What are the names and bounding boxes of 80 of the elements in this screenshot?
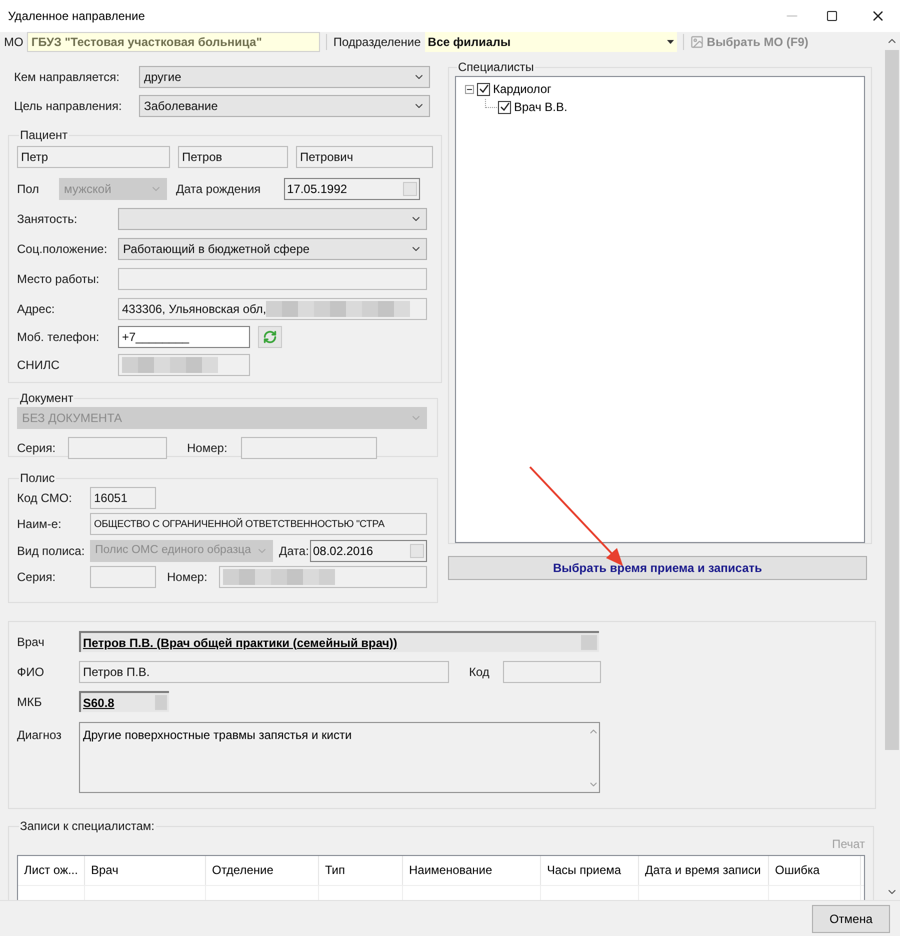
field-label: ФИО xyxy=(17,664,46,681)
refresh-icon xyxy=(263,330,277,344)
column-header[interactable]: Тип xyxy=(319,856,403,885)
refresh-button[interactable] xyxy=(258,326,282,348)
field-label: Кем направляется: xyxy=(14,69,120,86)
field-label: Серия: xyxy=(17,569,57,586)
dropdown[interactable]: другие xyxy=(139,66,430,88)
field-label: Подразделение xyxy=(333,34,421,51)
insurer-name-field[interactable]: ОБЩЕСТВО С ОГРАНИЧЕННОЙ ОТВЕТСТВЕННОСТЬЮ "СТРА xyxy=(90,513,427,535)
doctor-field[interactable]: Петров П.В. (Врач общей практики (семейный врач)) xyxy=(79,631,599,652)
mo-field[interactable]: ГБУЗ "Тестовая участковая больница" xyxy=(27,32,320,52)
checkbox[interactable] xyxy=(498,100,511,114)
dropdown[interactable]: Работающий в бюджетной сфере xyxy=(118,238,427,260)
column-header[interactable]: Ошибка xyxy=(769,856,861,885)
collapse-icon[interactable] xyxy=(465,84,474,94)
first-name-field[interactable]: Петр xyxy=(17,146,170,168)
field-label: Врач xyxy=(17,634,46,650)
series-field[interactable] xyxy=(90,566,156,588)
phone-field[interactable]: +7________ xyxy=(118,326,250,348)
image-icon xyxy=(690,35,704,49)
group-title: Полис xyxy=(19,470,56,487)
tree-item[interactable]: Врач В.В. xyxy=(514,98,568,116)
column-header[interactable]: Наименование xyxy=(403,856,541,885)
field-label: Код СМО: xyxy=(17,490,73,507)
maximize-icon[interactable] xyxy=(826,10,838,22)
column-header[interactable]: Дата и время записи xyxy=(639,856,769,885)
field-label: Адрес: xyxy=(17,301,56,318)
field-label: Моб. телефон: xyxy=(17,329,100,346)
middle-name-field[interactable]: Петрович xyxy=(296,146,433,168)
window-title: Удаленное направление xyxy=(8,8,146,25)
group-title: Записи к специалистам: xyxy=(19,818,156,835)
field-label: Соц.положение: xyxy=(17,241,108,258)
column-header[interactable]: Часы приема xyxy=(541,856,639,885)
book-appointment-button[interactable]: Выбрать время приема и записать xyxy=(448,556,867,580)
text-field[interactable] xyxy=(118,268,427,290)
snils-field[interactable] xyxy=(118,354,250,376)
code-field[interactable] xyxy=(503,661,601,683)
group-title: Пациент xyxy=(19,127,69,144)
dropdown-arrow-icon xyxy=(666,40,674,44)
calendar-button[interactable] xyxy=(410,544,424,558)
cancel-button[interactable]: Отмена xyxy=(812,904,890,932)
dropdown[interactable]: Заболевание xyxy=(139,95,430,117)
field-label: Дата: xyxy=(278,543,310,560)
field-label: Диагноз xyxy=(17,727,63,744)
field-label: Код xyxy=(468,664,490,681)
field-label: СНИЛС xyxy=(17,357,60,374)
last-name-field[interactable]: Петров xyxy=(178,146,288,168)
column-header[interactable]: Лист ож... xyxy=(18,856,85,885)
date-field[interactable]: 17.05.1992 xyxy=(284,178,420,200)
field-label: Вид полиса: xyxy=(17,543,86,560)
column-header[interactable]: Отделение xyxy=(206,856,319,885)
field-label: Серия: xyxy=(17,440,57,457)
field-label: МКБ xyxy=(17,694,43,710)
number-field[interactable] xyxy=(219,566,427,588)
date-field[interactable]: 08.02.2016 xyxy=(310,540,427,562)
field-label: МО xyxy=(4,34,24,51)
text-field[interactable]: 433306, Ульяновская обл, xyxy=(118,298,427,320)
diagnosis-field[interactable]: Другие поверхностные травмы запястья и кисти xyxy=(79,722,600,793)
smo-code-field[interactable]: 16051 xyxy=(90,487,156,509)
field-label: Номер: xyxy=(186,440,228,457)
field-label: Цель направления: xyxy=(14,98,123,115)
field-label: Занятость: xyxy=(17,211,78,228)
field-label: Пол xyxy=(17,181,40,198)
column-header[interactable]: Врач xyxy=(85,856,206,885)
calendar-button[interactable] xyxy=(403,182,417,196)
series-field[interactable] xyxy=(68,437,167,459)
icd-code-field[interactable]: S60.8 xyxy=(79,691,169,712)
tree-item[interactable]: Кардиолог xyxy=(493,80,552,98)
field-label: Номер: xyxy=(166,569,208,586)
field-label: Дата рождения xyxy=(175,181,262,198)
dropdown[interactable] xyxy=(118,208,427,230)
division-dropdown[interactable]: Все филиалы xyxy=(424,32,677,52)
group-title: Специалисты xyxy=(457,59,535,76)
field-label: Место работы: xyxy=(17,271,100,288)
group-title: Документ xyxy=(19,390,74,407)
checkbox[interactable] xyxy=(477,82,490,96)
field-label: Наим-е: xyxy=(17,516,62,533)
full-name-field[interactable]: Петров П.В. xyxy=(79,661,449,683)
number-field[interactable] xyxy=(241,437,377,459)
scrollbar-thumb[interactable] xyxy=(885,50,899,750)
